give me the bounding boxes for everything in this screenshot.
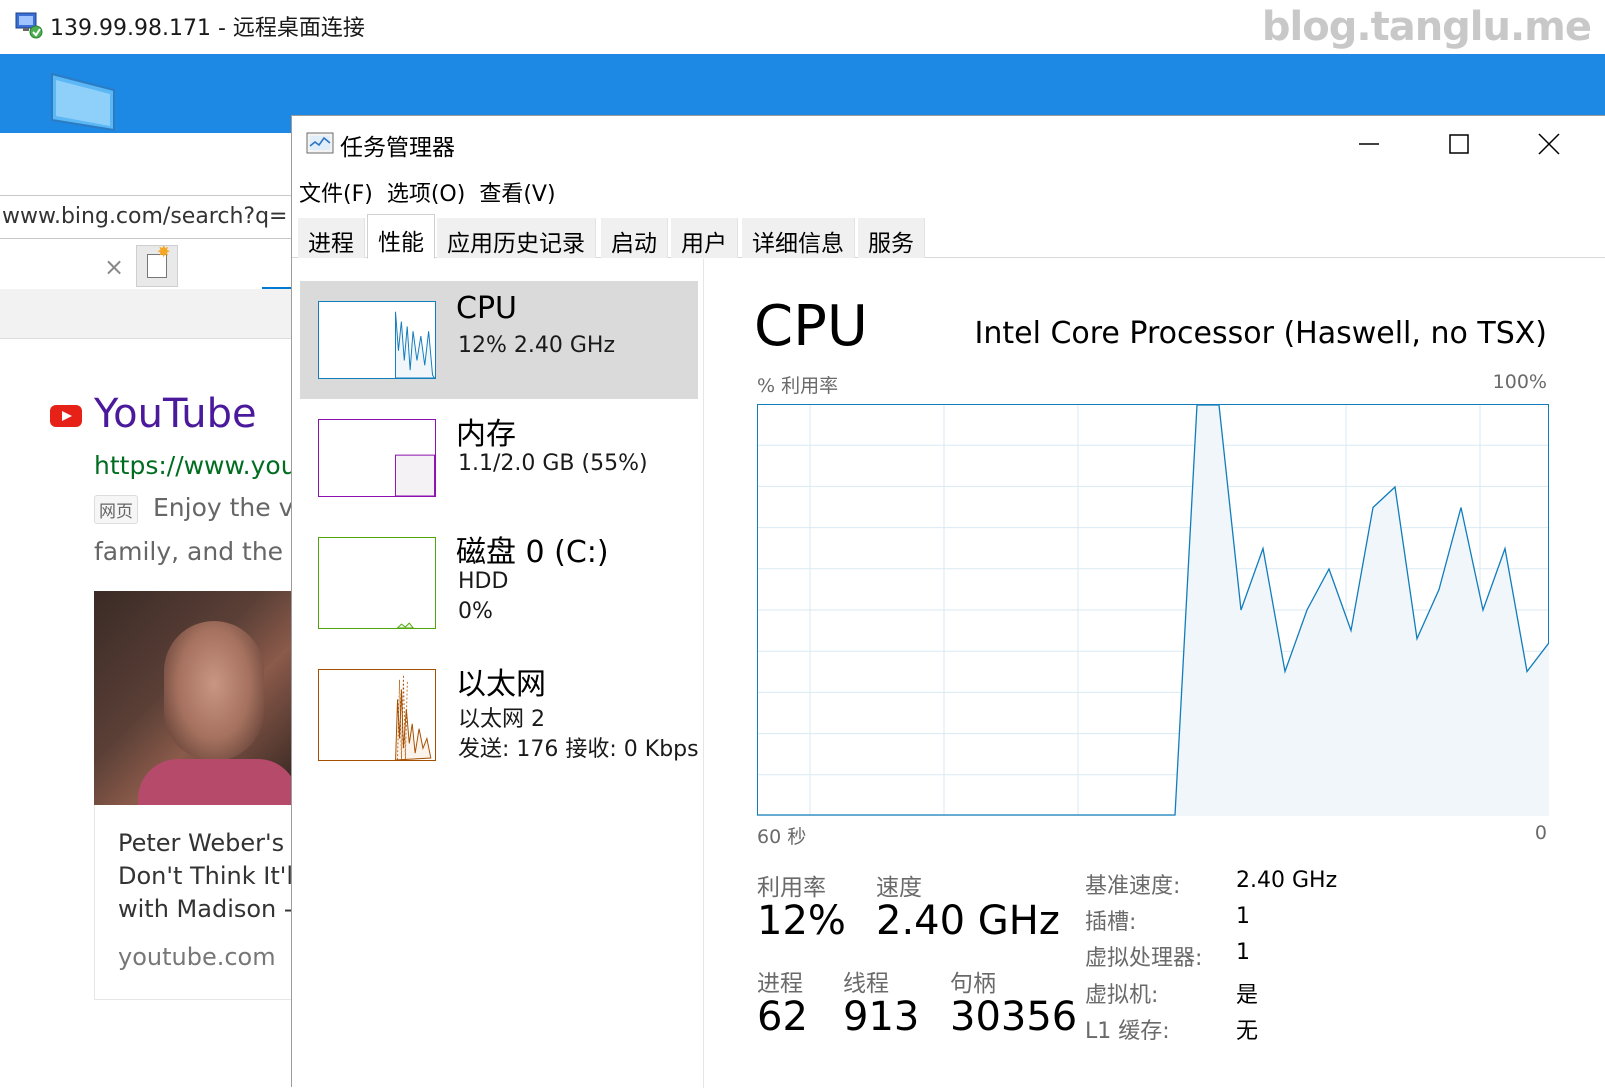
graph-x-end-label: 0 xyxy=(1534,822,1547,844)
close-icon xyxy=(1538,133,1560,155)
minimize-button[interactable] xyxy=(1324,116,1414,172)
this-pc-desktop-icon[interactable] xyxy=(36,70,122,142)
tab-bar: 进程 性能 应用历史记录 启动 用户 详细信息 服务 xyxy=(292,214,1605,259)
resource-detail: 发送: 176 接收: 0 Kbps xyxy=(458,737,699,762)
spec-key: 插槽: xyxy=(1085,910,1137,935)
video-title-line: Don't Think It'l xyxy=(118,862,294,890)
memory-mini-graph xyxy=(318,419,436,497)
result-description-line: Enjoy the vi xyxy=(153,493,300,522)
resource-detail: HDD xyxy=(458,569,509,594)
rdp-titlebar: 139.99.98.171 - 远程桌面连接 blog.tanglu.me xyxy=(0,0,1605,54)
spec-value: 2.40 GHz xyxy=(1236,868,1338,893)
handles-label: 句柄 xyxy=(950,971,996,997)
search-scope-bar xyxy=(0,289,300,339)
menu-view[interactable]: 查看(V) xyxy=(472,172,562,208)
resource-item-memory[interactable]: 内存 1.1/2.0 GB (55%) xyxy=(300,399,698,517)
spec-key: 虚拟机: xyxy=(1085,983,1159,1008)
video-title-line: Peter Weber's xyxy=(118,829,285,857)
task-manager-window: 任务管理器 文件(F) 选项(O) 查看(V) 进程 性能 应用历史记录 启动 … xyxy=(291,115,1605,1088)
utilization-value: 12% xyxy=(757,898,846,944)
spec-value: 无 xyxy=(1236,1019,1259,1044)
menu-bar: 文件(F) 选项(O) 查看(V) xyxy=(292,172,1605,208)
task-manager-title: 任务管理器 xyxy=(340,135,455,161)
spec-key: L1 缓存: xyxy=(1085,1019,1170,1044)
result-url[interactable]: https://www.yout xyxy=(94,451,300,480)
browser-top-area xyxy=(0,133,300,195)
detail-title: CPU xyxy=(754,294,868,359)
address-bar-text: www.bing.com/search?q= xyxy=(2,204,288,229)
graph-y-label: % 利用率 xyxy=(757,375,839,397)
video-source: youtube.com xyxy=(118,943,276,971)
new-tab-button[interactable]: ✸ xyxy=(136,242,178,287)
video-card[interactable]: Peter Weber's Don't Think It'l with Madi… xyxy=(94,805,300,1000)
video-thumbnail[interactable] xyxy=(94,591,300,805)
spec-key: 虚拟处理器: xyxy=(1085,946,1203,971)
thumbnail-shirt xyxy=(138,759,298,805)
address-bar[interactable]: www.bing.com/search?q= xyxy=(0,195,300,239)
ethernet-mini-graph xyxy=(318,669,436,761)
youtube-logo-icon xyxy=(50,405,82,427)
video-title-line: with Madison - xyxy=(118,895,293,923)
result-title-link[interactable]: YouTube xyxy=(94,391,257,437)
task-manager-icon xyxy=(306,132,334,154)
spec-value: 1 xyxy=(1236,904,1250,929)
menu-file[interactable]: 文件(F) xyxy=(292,172,380,208)
thumbnail-face xyxy=(164,621,264,761)
browser-tab-row: × ✸ xyxy=(0,242,300,287)
tab-services[interactable]: 服务 xyxy=(858,218,925,258)
maximize-button[interactable] xyxy=(1414,116,1504,172)
threads-label: 线程 xyxy=(843,971,889,997)
tab-processes[interactable]: 进程 xyxy=(298,218,365,258)
spec-value: 是 xyxy=(1236,983,1259,1008)
tab-app-history[interactable]: 应用历史记录 xyxy=(437,218,596,258)
resource-item-ethernet[interactable]: 以太网 以太网 2 发送: 176 接收: 0 Kbps xyxy=(300,649,699,773)
threads-value: 913 xyxy=(843,994,920,1040)
resource-detail: 1.1/2.0 GB (55%) xyxy=(458,451,648,476)
remote-desktop-icon xyxy=(15,12,43,39)
tab-performance[interactable]: 性能 xyxy=(367,214,435,259)
resource-detail: 以太网 2 xyxy=(458,707,545,732)
resource-item-cpu[interactable]: CPU 12% 2.40 GHz xyxy=(300,281,698,399)
tab-startup[interactable]: 启动 xyxy=(601,218,668,258)
spec-value: 1 xyxy=(1236,940,1250,965)
tab-users[interactable]: 用户 xyxy=(671,218,738,258)
handles-value: 30356 xyxy=(950,994,1078,1040)
spec-key: 基准速度: xyxy=(1085,874,1181,899)
processes-label: 进程 xyxy=(757,971,803,997)
menu-options[interactable]: 选项(O) xyxy=(380,172,472,208)
result-type-badge: 网页 xyxy=(94,495,138,524)
cpu-utilization-graph xyxy=(757,404,1549,816)
new-tab-star-icon: ✸ xyxy=(157,242,171,261)
tab-close-icon[interactable]: × xyxy=(104,253,124,281)
processor-model: Intel Core Processor (Haswell, no TSX) xyxy=(974,316,1548,351)
task-manager-titlebar[interactable]: 任务管理器 xyxy=(292,116,1605,172)
speed-value: 2.40 GHz xyxy=(876,898,1060,944)
maximize-icon xyxy=(1449,134,1469,154)
watermark: blog.tanglu.me xyxy=(1261,4,1592,50)
speed-label: 速度 xyxy=(876,875,922,901)
resource-detail: 0% xyxy=(458,599,493,624)
browser-window: www.bing.com/search?q= × ✸ YouTube https… xyxy=(0,133,300,1087)
close-button[interactable] xyxy=(1504,116,1594,172)
processes-value: 62 xyxy=(757,994,808,1040)
resource-name: 内存 xyxy=(456,417,516,452)
disk-mini-graph xyxy=(318,537,436,629)
rdp-window-title: 139.99.98.171 - 远程桌面连接 xyxy=(50,16,365,41)
resource-name: CPU xyxy=(456,291,517,326)
resource-list: CPU 12% 2.40 GHz 内存 1.1/2.0 GB (55%) 磁盘 … xyxy=(292,259,704,1088)
resource-item-disk[interactable]: 磁盘 0 (C:) HDD 0% xyxy=(300,517,698,641)
graph-y-max-label: 100% xyxy=(1492,371,1547,393)
resource-name: 磁盘 0 (C:) xyxy=(456,535,609,570)
utilization-label: 利用率 xyxy=(757,875,826,901)
resource-detail: 12% 2.40 GHz xyxy=(458,333,616,358)
graph-x-start-label: 60 秒 xyxy=(757,826,807,848)
result-description-line: family, and the w xyxy=(94,537,300,566)
minimize-icon xyxy=(1359,143,1379,145)
cpu-mini-graph xyxy=(318,301,436,379)
tab-details[interactable]: 详细信息 xyxy=(742,218,855,258)
resource-name: 以太网 xyxy=(456,667,546,702)
